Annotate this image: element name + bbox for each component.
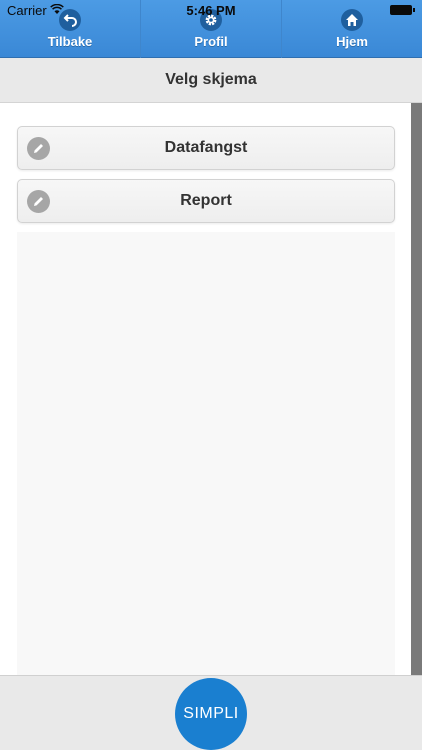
back-button-label: Tilbake <box>47 34 93 49</box>
content-panel <box>17 232 395 675</box>
simpli-logo[interactable]: SIMPLI <box>175 678 247 750</box>
pencil-icon <box>27 190 50 213</box>
top-bar: Tilbake Profil Hjem Carrier 5:46 PM <box>0 0 422 58</box>
footer: SIMPLI <box>0 675 422 750</box>
home-button-label: Hjem <box>336 34 368 49</box>
page-title: Velg skjema <box>0 58 422 103</box>
form-item-label: Report <box>180 192 232 209</box>
battery-icon <box>390 5 415 15</box>
form-item-datafangst[interactable]: Datafangst <box>17 126 395 170</box>
scrollbar[interactable] <box>411 103 422 675</box>
pencil-icon <box>27 137 50 160</box>
status-bar: Carrier 5:46 PM <box>0 0 422 20</box>
clock: 5:46 PM <box>186 3 236 18</box>
form-list: Datafangst Report <box>0 103 411 675</box>
form-item-report[interactable]: Report <box>17 179 395 223</box>
form-item-label: Datafangst <box>164 139 248 156</box>
profile-button-label: Profil <box>194 34 228 49</box>
